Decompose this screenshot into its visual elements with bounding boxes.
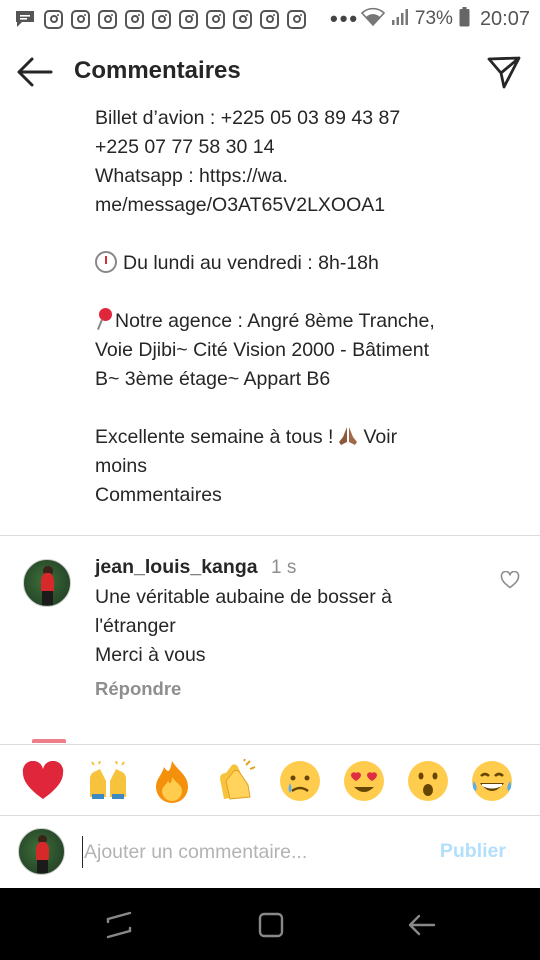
caption-line: Voie Djibi~ Cité Vision 2000 - Bâtiment — [95, 339, 430, 361]
header-bar: Commentaires — [0, 44, 540, 100]
status-indicators: 73% 20:07 — [360, 6, 530, 32]
back-button[interactable] — [16, 56, 54, 88]
back-icon — [408, 914, 436, 936]
instagram-icon — [71, 9, 90, 29]
comment-timestamp: 1 s — [271, 557, 297, 578]
home-icon — [258, 912, 284, 938]
clapping-hands-emoji[interactable] — [214, 759, 258, 803]
notification-icons — [14, 9, 306, 29]
home-button[interactable] — [256, 910, 286, 940]
caption-comments-label: Commentaires — [95, 484, 222, 506]
folded-hands-emoji-icon — [339, 427, 358, 445]
fire-emoji[interactable] — [150, 759, 194, 803]
instagram-icon — [287, 9, 306, 29]
heart-eyes-emoji[interactable] — [342, 759, 386, 803]
quick-emoji-bar — [0, 744, 540, 816]
system-navigation-bar — [0, 888, 540, 960]
instagram-icon — [44, 9, 63, 29]
commenter-avatar[interactable] — [23, 559, 71, 607]
instagram-icon — [206, 9, 225, 29]
status-bar: ••• 73% 20:07 — [0, 0, 540, 38]
wifi-icon — [360, 7, 386, 32]
like-comment-button[interactable] — [500, 570, 520, 589]
recent-apps-icon — [106, 911, 132, 939]
comment-line: Une véritable aubaine de bosser à — [95, 586, 393, 608]
signal-icon — [391, 8, 409, 31]
share-button[interactable] — [486, 54, 522, 90]
back-nav-button[interactable] — [406, 910, 436, 940]
caption-hours-line: Du lundi au vendredi : 8h-18h — [95, 249, 495, 278]
comment-composer: Publier — [0, 816, 540, 888]
post-caption: Billet d’avion : +225 05 03 89 43 87 +22… — [95, 104, 495, 510]
instagram-icon — [125, 9, 144, 29]
caption-closing-line: Excellente semaine à tous ! Voir — [95, 426, 398, 448]
message-icon — [14, 10, 36, 28]
battery-percent: 73% — [414, 8, 453, 29]
instagram-icon — [98, 9, 117, 29]
caption-line: me/message/O3AT65V2LXOOA1 — [95, 194, 386, 216]
comment-line: Merci à vous — [95, 644, 206, 666]
comment-username[interactable]: jean_louis_kanga — [95, 556, 258, 579]
comment-input[interactable] — [82, 836, 422, 868]
crying-face-emoji[interactable] — [278, 759, 322, 803]
recent-apps-button[interactable] — [104, 910, 134, 940]
instagram-icon — [152, 9, 171, 29]
reply-button[interactable]: Répondre — [95, 678, 181, 700]
see-less-link-cont[interactable]: moins — [95, 452, 495, 481]
instagram-icon — [233, 9, 252, 29]
raising-hands-emoji[interactable] — [86, 759, 130, 803]
heart-outline-icon — [500, 570, 520, 589]
caption-line: Whatsapp : https://wa. — [95, 165, 288, 187]
caption-line: Billet d’avion : +225 05 03 89 43 87 — [95, 107, 401, 129]
pushpin-emoji-icon — [95, 308, 113, 330]
own-avatar[interactable] — [18, 828, 65, 875]
surprised-face-emoji[interactable] — [406, 759, 450, 803]
paper-plane-icon — [487, 56, 521, 89]
instagram-icon — [179, 9, 198, 29]
red-heart-emoji[interactable] — [21, 759, 65, 803]
caption-address-line: Notre agence : Angré 8ème Tranche, — [95, 307, 495, 336]
comment-line: l'étranger — [95, 615, 176, 637]
see-less-link[interactable]: Voir — [363, 426, 397, 448]
next-comment-avatar-edge — [32, 739, 66, 743]
caption-line: B~ 3ème étage~ Appart B6 — [95, 368, 331, 390]
tears-of-joy-emoji[interactable] — [470, 759, 514, 803]
clock-emoji-icon — [95, 251, 117, 273]
clock-time: 20:07 — [479, 7, 530, 30]
page-title: Commentaires — [74, 57, 241, 84]
publish-button[interactable]: Publier — [440, 840, 506, 863]
battery-icon — [459, 6, 470, 32]
arrow-left-icon — [17, 57, 53, 87]
instagram-icon — [260, 9, 279, 29]
caption-divider — [0, 535, 540, 536]
caption-line: +225 07 77 58 30 14 — [95, 136, 275, 158]
more-notifications-dots: ••• — [330, 6, 360, 31]
comment-body: Une véritable aubaine de bosser à l'étra… — [95, 583, 475, 670]
